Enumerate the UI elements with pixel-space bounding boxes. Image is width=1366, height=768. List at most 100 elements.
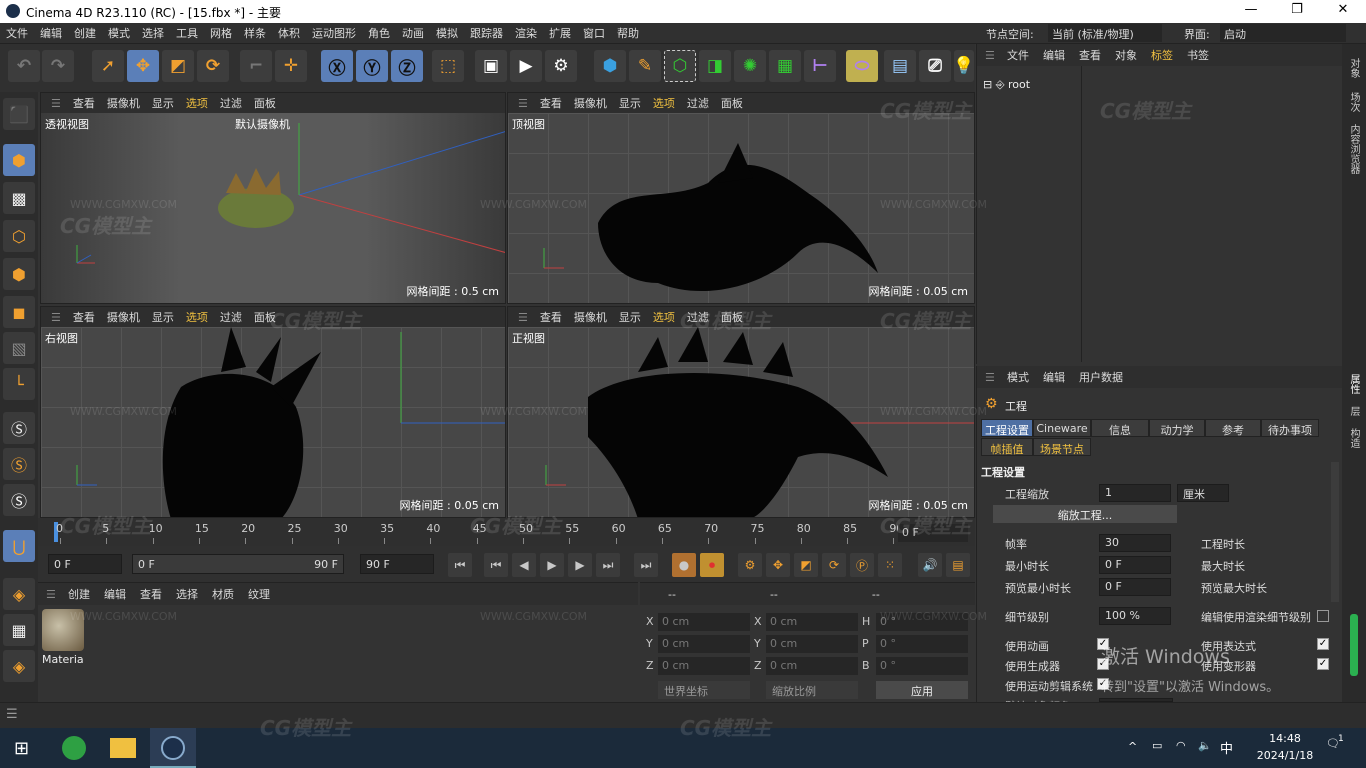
deformer-icon[interactable]: ⊢ bbox=[804, 50, 836, 82]
render-settings-icon[interactable]: ⚙ bbox=[545, 50, 577, 82]
object-menu-icon[interactable]: ☰ bbox=[985, 49, 995, 62]
vp-menu-panel[interactable]: 面板 bbox=[721, 95, 743, 111]
material-menu-item[interactable]: 选择 bbox=[176, 586, 198, 602]
menu-item[interactable]: 模拟 bbox=[436, 25, 458, 41]
object-menu-item[interactable]: 对象 bbox=[1115, 47, 1137, 63]
vp-menu-options[interactable]: 选项 bbox=[186, 95, 208, 111]
move-icon[interactable]: ✥ bbox=[127, 50, 159, 82]
vp-menu-view[interactable]: 查看 bbox=[540, 95, 562, 111]
attribute-tab[interactable]: 动力学 bbox=[1149, 419, 1205, 437]
attribute-menu-icon[interactable]: ☰ bbox=[985, 371, 995, 384]
wifi-icon[interactable]: ◠ bbox=[1176, 739, 1186, 752]
start-frame-field[interactable]: 0 F bbox=[48, 554, 122, 574]
ime-indicator[interactable]: 中 bbox=[1220, 738, 1233, 757]
vp-menu-view[interactable]: 查看 bbox=[73, 309, 95, 325]
menu-item[interactable]: 帮助 bbox=[617, 25, 639, 41]
close-button[interactable]: ✕ bbox=[1320, 2, 1366, 17]
viewport-menu-icon[interactable]: ☰ bbox=[518, 97, 528, 110]
menu-item[interactable]: 窗口 bbox=[583, 25, 605, 41]
right-vertical-tab[interactable]: 属性 bbox=[1346, 374, 1361, 394]
vp-menu-filter[interactable]: 过滤 bbox=[687, 95, 709, 111]
key-param-icon[interactable]: Ⓟ bbox=[850, 553, 874, 577]
film-icon[interactable]: ▤ bbox=[946, 553, 970, 577]
material-menu-item[interactable]: 编辑 bbox=[104, 586, 126, 602]
goto-end-icon[interactable]: ⏭ bbox=[634, 553, 658, 577]
viewport-menu-icon[interactable]: ☰ bbox=[51, 97, 61, 110]
menu-item[interactable]: 动画 bbox=[402, 25, 424, 41]
polygons-mode-icon[interactable]: ◼ bbox=[3, 296, 35, 328]
extrude-icon[interactable]: ◨ bbox=[699, 50, 731, 82]
vp-menu-filter[interactable]: 过滤 bbox=[220, 309, 242, 325]
clock-time[interactable]: 14:48 bbox=[1258, 732, 1312, 745]
world-coordinates-select[interactable]: 世界坐标 bbox=[658, 681, 750, 699]
axis-mode-icon[interactable]: └ bbox=[3, 368, 35, 400]
field-icon[interactable]: ⬭ bbox=[846, 50, 878, 82]
attribute-scrollbar[interactable] bbox=[1331, 462, 1339, 602]
make-editable-icon[interactable]: ⬛ bbox=[3, 98, 35, 130]
attribute-tab[interactable]: 帧插值 bbox=[981, 438, 1033, 456]
attribute-menu-item[interactable]: 用户数据 bbox=[1079, 369, 1123, 385]
vp-menu-view[interactable]: 查看 bbox=[73, 95, 95, 111]
viewport-menu-icon[interactable]: ☰ bbox=[518, 311, 528, 324]
vp-menu-display[interactable]: 显示 bbox=[619, 309, 641, 325]
locked-workplane-icon[interactable]: ▦ bbox=[3, 614, 35, 646]
attribute-menu-item[interactable]: 模式 bbox=[1007, 369, 1029, 385]
end-frame-field[interactable]: 90 F bbox=[360, 554, 434, 574]
material-menu-item[interactable]: 查看 bbox=[140, 586, 162, 602]
cloner-icon[interactable]: ✺ bbox=[734, 50, 766, 82]
points-mode-icon[interactable]: ⬡ bbox=[3, 220, 35, 252]
attribute-tab[interactable]: 工程设置 bbox=[981, 419, 1033, 437]
windows-start-icon[interactable]: ⊞ bbox=[14, 738, 29, 759]
menu-item[interactable]: 体积 bbox=[278, 25, 300, 41]
undo-icon[interactable]: ↶ bbox=[8, 50, 40, 82]
scale-icon[interactable]: ◩ bbox=[162, 50, 194, 82]
light-icon[interactable]: 💡 bbox=[953, 50, 975, 82]
vp-menu-options[interactable]: 选项 bbox=[653, 95, 675, 111]
minimize-button[interactable]: — bbox=[1228, 2, 1274, 17]
use-deformers-checkbox[interactable]: ✓ bbox=[1317, 658, 1329, 670]
key-position-icon[interactable]: ✥ bbox=[766, 553, 790, 577]
rotate-icon[interactable]: ⟳ bbox=[197, 50, 229, 82]
vp-menu-camera[interactable]: 摄像机 bbox=[574, 309, 607, 325]
attribute-tab[interactable]: 待办事项 bbox=[1261, 419, 1319, 437]
fps-field[interactable]: 30 bbox=[1099, 534, 1171, 552]
volume-icon[interactable]: 🔈 bbox=[1198, 739, 1212, 752]
viewport-menu-icon[interactable]: ☰ bbox=[51, 311, 61, 324]
model-mode-icon[interactable]: ⬢ bbox=[3, 144, 35, 176]
apply-button[interactable]: 应用 bbox=[876, 681, 968, 699]
vp-menu-options[interactable]: 选项 bbox=[186, 309, 208, 325]
keyframe-selection-icon[interactable]: ⚙ bbox=[738, 553, 762, 577]
menu-item[interactable]: 编辑 bbox=[40, 25, 62, 41]
scale-field[interactable]: 1 bbox=[1099, 484, 1171, 502]
coord-rotation-field[interactable]: 0 ° bbox=[876, 657, 968, 675]
next-key-icon[interactable]: ⏭ bbox=[596, 553, 620, 577]
coord-position-field[interactable]: 0 cm bbox=[658, 635, 750, 653]
render-lod-checkbox[interactable] bbox=[1317, 610, 1329, 622]
menu-item[interactable]: 渲染 bbox=[515, 25, 537, 41]
object-menu-item[interactable]: 标签 bbox=[1151, 47, 1173, 63]
texture-mode-icon[interactable]: ▩ bbox=[3, 182, 35, 214]
vp-menu-view[interactable]: 查看 bbox=[540, 309, 562, 325]
object-menu-item[interactable]: 文件 bbox=[1007, 47, 1029, 63]
material-menu-item[interactable]: 创建 bbox=[68, 586, 90, 602]
vp-menu-camera[interactable]: 摄像机 bbox=[107, 309, 140, 325]
attribute-tab[interactable]: 场景节点 bbox=[1033, 438, 1091, 456]
vp-menu-camera[interactable]: 摄像机 bbox=[574, 95, 607, 111]
render-picture-viewer-icon[interactable]: ▶ bbox=[510, 50, 542, 82]
move-tool-icon[interactable]: ✛ bbox=[275, 50, 307, 82]
coord-size-field[interactable]: 0 cm bbox=[766, 635, 858, 653]
snap-icon[interactable]: Ⓢ bbox=[3, 412, 35, 444]
object-menu-item[interactable]: 书签 bbox=[1187, 47, 1209, 63]
tray-arrow-icon[interactable]: ^ bbox=[1128, 740, 1137, 753]
key-rotation-icon[interactable]: ⟳ bbox=[822, 553, 846, 577]
floor-icon[interactable]: ▤ bbox=[884, 50, 916, 82]
frame-range-slider[interactable]: 0 F 90 F bbox=[132, 554, 344, 574]
object-menu-item[interactable]: 编辑 bbox=[1043, 47, 1065, 63]
x-axis-lock-icon[interactable]: Ⓧ bbox=[321, 50, 353, 82]
material-menu-icon[interactable]: ☰ bbox=[46, 588, 56, 601]
taskbar-cinema4d[interactable] bbox=[150, 728, 196, 768]
key-scale-icon[interactable]: ◩ bbox=[794, 553, 818, 577]
scale-mode-select[interactable]: 缩放比例 bbox=[766, 681, 858, 699]
record-icon[interactable]: ● bbox=[672, 553, 696, 577]
maximize-button[interactable]: ❐ bbox=[1274, 2, 1320, 17]
